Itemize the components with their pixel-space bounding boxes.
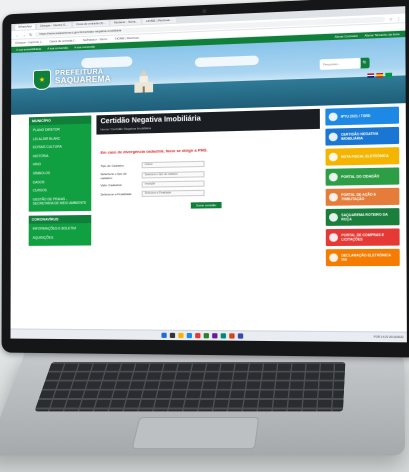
search-icon[interactable]: 🔍 — [360, 57, 370, 69]
quick-link-label: CERTIDÃO NEGATIVA IMOBILIÁRIA — [340, 131, 379, 142]
back-arrow-icon[interactable]: ← — [15, 32, 19, 37]
star-icon[interactable]: ☆ — [389, 16, 393, 21]
bookmark-item[interactable]: Caixa de entrada (... — [49, 38, 76, 43]
page-content: MUNICÍPIO PLANO DIRETOR LEI ALDIR BLANC … — [11, 103, 407, 267]
quick-link-button[interactable]: IPTU 2021 / TSRD — [325, 106, 400, 126]
english-flag-icon[interactable] — [367, 73, 375, 78]
form-row: Selecione a Finalidade Selecione a Final… — [100, 187, 315, 197]
form-row: Valor Cadastral Inscrição — [100, 179, 315, 189]
logo-text: PREFEITURA SAQUAREMA TRABALHO E PROGRESS… — [55, 68, 111, 88]
bookmark-item[interactable]: HOME | Rechear... — [115, 36, 141, 41]
field-label: Selecione o tipo de cadastro — [100, 171, 127, 180]
quick-link-button[interactable]: NOTA FISCAL ELETRÔNICA — [325, 147, 400, 166]
certificate-form: Em caso de divergência cadastral, favor … — [96, 128, 321, 216]
menu-dots-icon[interactable]: ⋮ — [396, 15, 401, 21]
quick-link-label: SAQUAREMA ROTEIRO DA ROÇA — [341, 212, 388, 222]
taskbar-app-icon[interactable] — [178, 332, 184, 339]
language-flags — [367, 72, 393, 78]
quick-link-button[interactable]: PORTAL DO CIDADÃO — [325, 167, 400, 186]
taskbar-app-icon[interactable] — [195, 333, 201, 339]
taskbar-app-icon[interactable] — [237, 333, 244, 339]
laptop-lid: WhatsApp Cheque - Interbs G... Cosa de e… — [1, 0, 409, 358]
start-menu-icon[interactable] — [161, 332, 167, 338]
logo-tagline: TRABALHO E PROGRESSO — [54, 83, 88, 88]
sidebar-list: PLANO DIRETOR LEI ALDIR BLANC EDITAIS CU… — [28, 123, 92, 212]
quick-link-icon — [328, 192, 338, 202]
site-search-input[interactable]: Pesquisar... — [319, 57, 361, 70]
sidebar: MUNICÍPIO PLANO DIRETOR LEI ALDIR BLANC … — [28, 115, 92, 267]
field-label: Selecione a Finalidade — [100, 191, 132, 197]
generate-certificate-button[interactable]: Gerar certidão — [190, 201, 222, 209]
taskbar-app-icon[interactable] — [169, 332, 176, 339]
main-panel: Certidão Negativa Imobiliária Home / Cer… — [96, 108, 321, 267]
field-select[interactable]: Selecione a Finalidade — [141, 189, 205, 197]
quick-link-button[interactable]: DECLARAÇÃO ELETRÔNICA ISS — [325, 248, 400, 267]
quick-link-button[interactable]: PORTAL DE AÇÃO E TRIBUTAÇÃO — [325, 187, 400, 206]
laptop-trackpad — [131, 417, 260, 450]
field-label: Tipo de Cadastro — [100, 163, 124, 169]
brazil-flag-icon[interactable] — [385, 72, 393, 78]
taskbar-app-icon[interactable] — [186, 332, 192, 339]
laptop-base — [0, 350, 406, 456]
quick-link-button[interactable]: PORTAL DE COMPRAS E LICITAÇÕES — [325, 228, 400, 247]
site-logo[interactable]: ★ PREFEITURA SAQUAREMA TRABALHO E PROGRE… — [32, 67, 111, 91]
quick-link-label: IPTU 2021 / TSRD — [340, 113, 371, 119]
quick-link-icon — [329, 233, 339, 242]
sidebar-item[interactable]: AQUISIÇÕES — [29, 234, 92, 243]
quick-link-icon — [328, 132, 338, 142]
church-icon — [134, 69, 154, 93]
quick-link-button[interactable]: CERTIDÃO NEGATIVA IMOBILIÁRIA — [325, 126, 400, 146]
divergence-alert: Em caso de divergência cadastral, favor … — [100, 148, 208, 155]
sidebar-item[interactable]: GESTÃO DE PRAIAS - SECRETARIA DE MEIO AM… — [29, 195, 92, 209]
browser-tab[interactable]: WhatsApp — [15, 24, 35, 30]
quick-link-icon — [329, 253, 339, 262]
webcam-icon — [202, 9, 207, 14]
taskbar-app-icon[interactable] — [220, 333, 227, 339]
system-tray[interactable]: POR 14:23 20/11/2022 — [374, 336, 404, 339]
coat-of-arms-icon: ★ — [32, 69, 52, 91]
quick-link-icon — [328, 112, 338, 122]
quick-link-label: DECLARAÇÃO ELETRÔNICA ISS — [341, 253, 391, 262]
quick-links: IPTU 2021 / TSRD CERTIDÃO NEGATIVA IMOBIL… — [325, 106, 400, 267]
laptop-keyboard — [34, 362, 346, 412]
quick-link-icon — [328, 152, 338, 162]
field-select[interactable]: Imóvel — [141, 160, 205, 169]
quick-link-label: PORTAL DE AÇÃO E TRIBUTAÇÃO — [341, 192, 377, 202]
quick-link-icon — [329, 213, 338, 222]
windows-taskbar: POR 14:23 20/11/2022 — [10, 328, 407, 343]
bookmark-item[interactable]: Cheque - Imprimir (... — [15, 40, 43, 45]
reload-icon[interactable]: ↻ — [29, 32, 32, 37]
quick-link-button[interactable]: SAQUAREMA ROTEIRO DA ROÇA — [325, 208, 400, 226]
form-row: Selecione o tipo de cadastro Selecione o… — [100, 167, 315, 180]
taskbar-app-icon[interactable] — [203, 333, 209, 339]
field-label: Valor Cadastral — [100, 182, 122, 188]
bookmark-item[interactable]: SaPaisdor - Servi... — [83, 37, 109, 42]
spanish-flag-icon[interactable] — [376, 72, 384, 78]
quick-link-label: PORTAL DE COMPRAS E LICITAÇÕES — [341, 232, 385, 242]
field-select[interactable]: Selecione o tipo de cadastro — [141, 170, 205, 178]
taskbar-app-icon[interactable] — [229, 333, 235, 339]
quick-link-label: NOTA FISCAL ELETRÔNICA — [341, 153, 389, 160]
sidebar-list: INFORMAÇÕES E BOLETIM AQUISIÇÕES — [28, 222, 92, 246]
taskbar-app-icon[interactable] — [212, 333, 218, 339]
laptop-screen: WhatsApp Cheque - Interbs G... Cosa de e… — [10, 6, 407, 343]
field-input[interactable]: Inscrição — [141, 180, 205, 188]
forward-arrow-icon[interactable]: → — [22, 32, 26, 37]
cloud-shape — [194, 55, 259, 68]
quick-link-icon — [328, 172, 338, 182]
quick-link-label: PORTAL DO CIDADÃO — [341, 174, 380, 180]
